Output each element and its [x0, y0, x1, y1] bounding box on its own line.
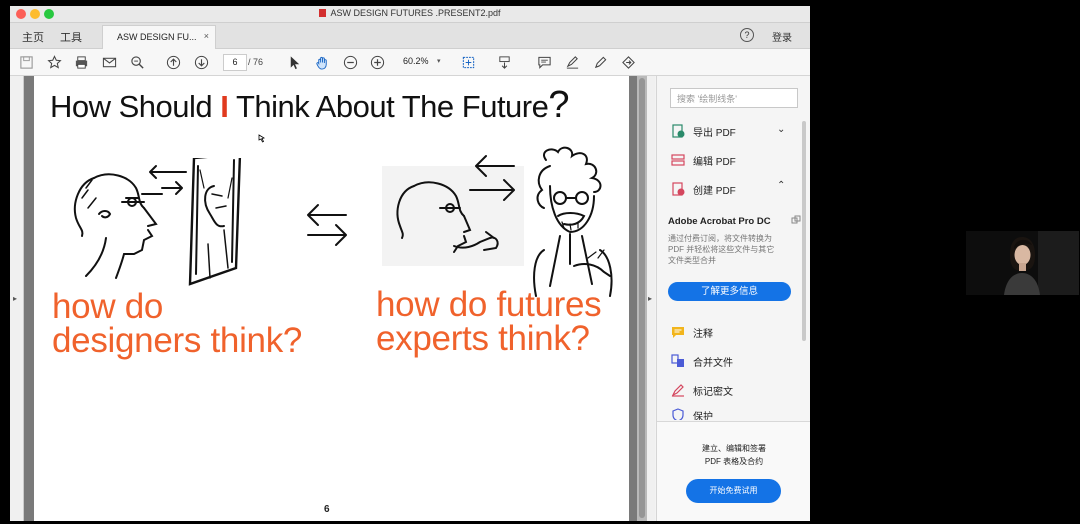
export-pdf-icon [671, 124, 685, 138]
pane-scrollbar[interactable] [802, 121, 806, 341]
email-icon[interactable] [101, 54, 117, 70]
acrobat-window: ASW DESIGN FUTURES .PRESENT2.pdf 主页 工具 A… [10, 6, 810, 521]
save-icon[interactable] [18, 54, 34, 70]
pdf-file-icon [319, 9, 327, 17]
participant-avatar [966, 231, 1079, 295]
edit-pdf-icon [671, 153, 685, 167]
cursor-icon [258, 134, 266, 143]
tool-redact[interactable]: 标记密文 [671, 381, 733, 399]
scroll-mode-icon[interactable] [496, 54, 512, 70]
chevron-down-icon: ▾ [437, 58, 441, 65]
page-number-input[interactable]: 6 [223, 54, 247, 71]
tool-export-pdf[interactable]: 导出 PDF [671, 122, 736, 140]
comment-icon [671, 325, 685, 339]
expand-left-icon: ▸ [13, 294, 18, 303]
tool-combine-files[interactable]: 合并文件 [671, 352, 733, 370]
designer-mirror-sketch [74, 158, 242, 286]
document-scrollbar[interactable] [637, 76, 647, 521]
exchange-arrows-icon [307, 204, 347, 246]
tools-search-input[interactable]: 搜索 '绘制线条' [670, 88, 798, 108]
protect-icon [671, 408, 685, 420]
slide-page-number: 6 [324, 504, 330, 515]
experts-question-line1: how do futures [376, 285, 602, 324]
bookmark-star-icon[interactable] [46, 54, 62, 70]
trial-promo-text: 建立、编辑和签署 PDF 表格及合约 [702, 444, 766, 466]
experts-question-line2: experts think? [376, 319, 590, 358]
trial-promo: 建立、编辑和签署 PDF 表格及合约 开始免费试用 [657, 422, 810, 521]
comment-toolbar-icon[interactable] [536, 54, 552, 70]
next-page-icon[interactable] [193, 54, 209, 70]
print-icon[interactable] [73, 54, 89, 70]
futures-experts-sketch [382, 146, 613, 297]
designers-question-line2: designers think? [52, 321, 303, 360]
sign-pen-icon[interactable] [592, 54, 608, 70]
hand-tool-icon[interactable] [314, 54, 330, 70]
main-toolbar: 6 / 76 60.2% ▾ [10, 49, 810, 76]
login-link[interactable]: 登录 [772, 29, 792, 44]
promo-title: Adobe Acrobat Pro DC [668, 216, 771, 227]
right-panel-toggle[interactable]: ▸ [647, 76, 655, 521]
highlight-pen-icon[interactable] [564, 54, 580, 70]
redact-icon [671, 383, 685, 397]
zoom-search-icon[interactable] [129, 54, 145, 70]
close-tab-icon[interactable]: × [204, 31, 209, 41]
learn-more-button[interactable]: 了解更多信息 [668, 282, 791, 301]
zoom-in-icon[interactable] [369, 54, 385, 70]
expand-right-icon: ▸ [648, 294, 653, 303]
zoom-out-icon[interactable] [342, 54, 358, 70]
designers-question-line1: how do [52, 287, 164, 326]
chevron-up-icon[interactable]: ⌃ [777, 180, 785, 191]
start-free-trial-button[interactable]: 开始免费试用 [686, 479, 781, 503]
combine-files-icon [671, 354, 685, 368]
tab-bar: 主页 工具 ASW DESIGN FU... × ? 登录 [10, 23, 810, 49]
tool-edit-pdf[interactable]: 编辑 PDF [671, 151, 736, 169]
document-viewport[interactable]: ▸ How Should I Think About The Future? h… [10, 76, 655, 521]
page-total: / 76 [248, 57, 264, 67]
zoom-level-value: 60.2% [403, 56, 429, 66]
previous-page-icon[interactable] [165, 54, 181, 70]
tools-pane: 搜索 '绘制线条' 导出 PDF ⌄ 编辑 PDF 创建 PDF ⌃ Adobe… [656, 76, 810, 521]
tool-protect[interactable]: 保护 [671, 408, 713, 420]
window-title: ASW DESIGN FUTURES .PRESENT2.pdf [10, 8, 810, 18]
scrollbar-thumb[interactable] [639, 78, 645, 518]
share-icon[interactable] [620, 54, 636, 70]
help-icon[interactable]: ? [740, 28, 754, 42]
nav-home[interactable]: 主页 [22, 29, 44, 45]
left-panel-toggle[interactable]: ▸ [10, 76, 24, 521]
slide-title: How Should I Think About The Future? [50, 84, 569, 126]
nav-tools[interactable]: 工具 [60, 29, 82, 45]
tool-comment[interactable]: 注释 [671, 323, 713, 341]
promo-description: 通过付费订阅，将文件转换为 PDF 并轻松将这些文件与其它 文件类型合并 [668, 234, 775, 265]
zoom-level-select[interactable]: 60.2% ▾ [397, 54, 455, 69]
document-tab[interactable]: ASW DESIGN FU... × [102, 25, 216, 49]
title-bar: ASW DESIGN FUTURES .PRESENT2.pdf [10, 6, 810, 23]
tool-create-pdf[interactable]: 创建 PDF [671, 180, 736, 198]
chevron-down-icon[interactable]: ⌄ [777, 124, 785, 135]
copy-link-icon[interactable] [791, 215, 801, 225]
pdf-page: How Should I Think About The Future? how… [34, 76, 629, 521]
video-participant-tile [966, 231, 1079, 295]
fit-page-icon[interactable] [460, 54, 476, 70]
create-pdf-icon [671, 182, 685, 196]
document-tab-label: ASW DESIGN FU... [117, 32, 197, 42]
select-cursor-icon[interactable] [286, 54, 302, 70]
